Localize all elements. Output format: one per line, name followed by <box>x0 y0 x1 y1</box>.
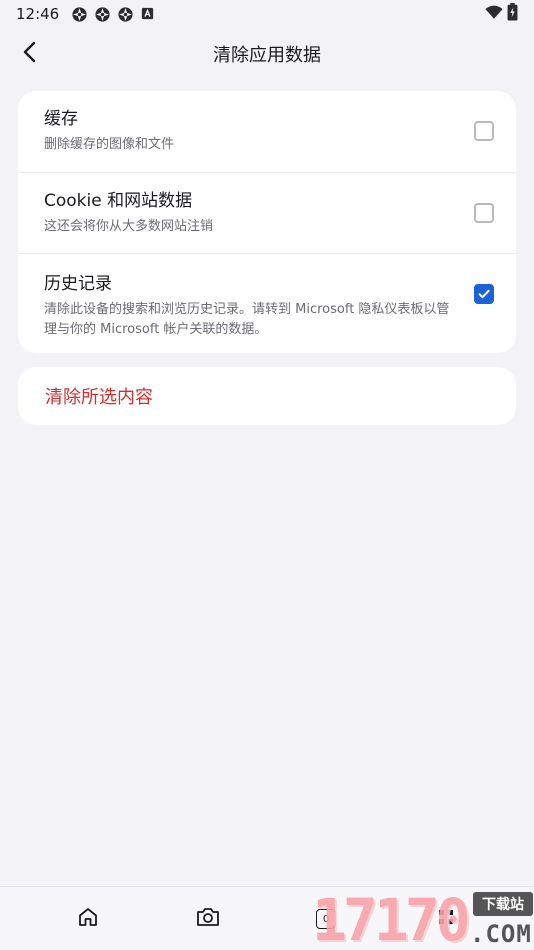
notification-icons <box>71 6 157 23</box>
clear-options-card: 缓存 删除缓存的图像和文件 Cookie 和网站数据 这还会将你从大多数网站注销… <box>18 91 516 353</box>
nav-home-button[interactable] <box>74 905 102 933</box>
site-watermark: 17170 下载站 .COM <box>308 888 534 950</box>
cache-checkbox[interactable] <box>474 121 494 141</box>
battery-charging-icon <box>507 3 518 25</box>
option-description: 这还会将你从大多数网站注销 <box>44 219 214 234</box>
keyboard-a-icon <box>140 6 157 23</box>
back-button[interactable] <box>14 38 46 70</box>
status-bar: 12:46 <box>0 0 534 28</box>
nav-camera-button[interactable] <box>194 905 222 933</box>
camera-aperture-icon <box>71 6 88 23</box>
home-icon <box>76 905 100 933</box>
option-text: Cookie 和网站数据 这还会将你从大多数网站注销 <box>44 173 454 237</box>
camera-aperture-icon <box>94 6 111 23</box>
watermark-digits: 17170 <box>312 886 471 950</box>
option-description: 删除缓存的图像和文件 <box>44 137 175 152</box>
clear-selected-label: 清除所选内容 <box>45 387 153 408</box>
watermark-domain: .COM <box>470 920 532 948</box>
option-cache[interactable]: 缓存 删除缓存的图像和文件 <box>18 91 516 172</box>
page-title: 清除应用数据 <box>213 45 321 66</box>
wifi-icon <box>485 4 503 24</box>
option-title: 缓存 <box>44 109 78 129</box>
option-text: 历史记录 清除此设备的搜索和浏览历史记录。请转到 Microsoft 隐私仪表板… <box>44 254 454 340</box>
system-icons <box>485 3 518 25</box>
watermark-badge: 下载站 <box>473 892 533 916</box>
option-title: Cookie 和网站数据 <box>44 191 193 211</box>
option-title: 历史记录 <box>44 274 112 294</box>
option-text: 缓存 删除缓存的图像和文件 <box>44 91 454 155</box>
camera-aperture-icon <box>117 6 134 23</box>
option-history[interactable]: 历史记录 清除此设备的搜索和浏览历史记录。请转到 Microsoft 隐私仪表板… <box>18 253 516 353</box>
app-header: 清除应用数据 <box>0 30 534 78</box>
clear-selected-button[interactable]: 清除所选内容 <box>18 367 516 425</box>
option-description: 清除此设备的搜索和浏览历史记录。请转到 Microsoft 隐私仪表板以管理与你… <box>44 302 450 337</box>
checkmark-icon <box>478 289 490 299</box>
history-checkbox[interactable] <box>474 284 494 304</box>
option-cookies[interactable]: Cookie 和网站数据 这还会将你从大多数网站注销 <box>18 172 516 253</box>
status-time: 12:46 <box>16 5 60 23</box>
cookies-checkbox[interactable] <box>474 203 494 223</box>
chevron-left-icon <box>20 40 40 68</box>
camera-icon <box>195 905 221 933</box>
